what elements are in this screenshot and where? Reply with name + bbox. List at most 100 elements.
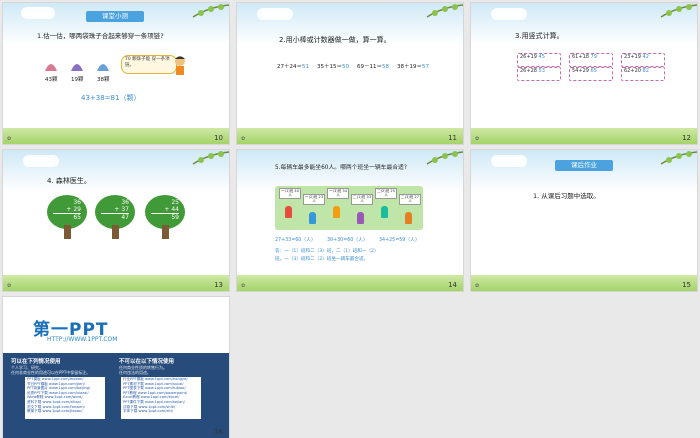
slide-thumbnail-16[interactable]: 第一PPT HTTP://WWW.1PPT.COM 可以在下列情况使用 个人学习… [3,297,229,438]
branch-decoration [426,4,463,18]
slide-number: 12 [682,134,691,142]
equation: 69－11＝58 [357,64,389,70]
tree-problem: 36 + 29 65 [47,195,87,239]
question-text: 4. 森林医生。 [47,177,91,185]
slide-number: 15 [682,281,691,289]
tree-calc: 36 + 29 65 [53,199,81,221]
speech-bubble: 70 颗珠子能 穿一条项链。 [121,55,177,74]
question-text: 5.每辆车最多能坐60人。哪两个班坐一辆车最合适? [275,165,407,171]
branch-decoration [426,151,463,165]
tree-calc: 25 + 44 59 [151,199,179,221]
can-use-title: 可以在下列情况使用 [11,359,61,365]
question-text: 1.估一估，哪两袋珠子合起来够穿一条项链? [37,32,164,40]
question-text: 3.用竖式计算。 [515,32,564,40]
cloud [257,8,293,20]
section-badge: 课堂小测 [86,11,144,22]
class-sign: 一(3)班 34人 [327,188,349,199]
grass-strip [3,128,229,144]
footer-mark: ✿ [475,283,480,289]
tree-calc: 36 + 37 47 [101,199,129,221]
vertical-calc-box: 54+29 65 [569,67,613,81]
class-signs: 一(1)班 40人 一(2)班 23人 一(3)班 34人 二(1)班 33人 二(2)… [275,188,423,228]
child-figure [333,206,340,218]
branch-decoration [192,151,229,165]
answer-line: 班，一（3）班和二（2）班坐一辆车最合适。 [275,257,369,262]
slide-thumbnail-11[interactable]: 2.用小棒或计数器做一做，算一算。 27＋24＝51 35＋15＝50 69－1… [237,3,463,144]
sum-equation: 34+25=59（人） [379,238,420,243]
tree-trunk [162,225,169,239]
grass-strip [3,275,229,291]
branch-decoration [192,4,229,18]
child-figure [357,212,364,224]
grass-strip [471,128,697,144]
vertical-calc-box: 62+20 82 [621,67,665,81]
cloud [21,7,55,19]
tree-trunk [64,225,71,239]
tree-trunk [112,225,119,239]
footer-mark: ✿ [241,136,246,142]
bead-bags-icon [45,64,109,71]
equation: 38＋19＝57 [397,64,429,70]
slide-number: 11 [448,134,457,142]
question-text: 2.用小棒或计数器做一做，算一算。 [279,36,391,44]
child-figure [309,212,316,224]
link-list-left: PPT模板 www.1ppt.com/moban/节日PPT模板 www.1pp… [25,377,105,419]
link-list-right: 行业PPT模板 www.1ppt.com/hangye/PPT素材下载 www.… [121,377,201,419]
slide-thumbnail-13[interactable]: 4. 森林医生。 36 + 29 65 36 + 37 47 25 + 44 59 ✿ 13 [3,150,229,291]
vertical-calc-grid: 26+19 45 61+18 79 23+19 42 26+28 53 54+29 65… [517,53,667,81]
class-sign: 一(1)班 40人 [279,188,301,199]
grass-strip [237,128,463,144]
tree-problem: 36 + 37 47 [95,195,135,239]
class-sign: 二(3)班 27人 [399,194,421,205]
vertical-calc-box: 23+19 42 [621,53,665,67]
scene-illustration: 一(1)班 40人 一(2)班 23人 一(3)班 34人 二(1)班 33人 二(2)… [275,186,423,230]
cannot-use-title: 不可以在以下情况使用 [119,359,175,365]
resource-link[interactable]: 教案下载 www.1ppt.com/jiaoan/ [25,409,105,414]
equation: 27＋24＝51 [277,64,309,70]
footer-mark: ✿ [475,136,480,142]
section-badge: 课后作业 [555,160,613,171]
vertical-calc-box: 61+18 79 [569,53,613,67]
child-figure [405,212,412,224]
grass-strip [471,275,697,291]
cloud [23,155,59,167]
footer-mark: ✿ [7,136,12,142]
slide-thumbnail-14[interactable]: 5.每辆车最多能坐60人。哪两个班坐一辆车最合适? 一(1)班 40人 一(2)班… [237,150,463,291]
question-text: 1. 从课后习题中选取。 [533,192,600,200]
slide-number: 16 [214,428,223,436]
sum-equation: 30+30=60（人） [327,238,368,243]
can-use-line: 任何非商业性的用途可以在PPT中保留标注。 [11,370,91,375]
child-icon [175,56,185,75]
slide-thumbnail-12[interactable]: 3.用竖式计算。 26+19 45 61+18 79 23+19 42 26+28 5… [471,3,697,144]
cannot-use-line: 任何违法的用途。 [119,370,151,375]
cloud [491,8,527,20]
child-figure [285,206,292,218]
branch-decoration [660,151,697,165]
footer-mark: ✿ [241,283,246,289]
vertical-calc-box: 26+19 45 [517,53,561,67]
bag-label: 38颗 [97,77,110,83]
resource-link[interactable]: 字体下载 www.1ppt.com/ziti/ [121,409,201,414]
bag-label: 19颗 [71,77,84,83]
class-sign: 二(1)班 33人 [351,194,373,205]
branch-decoration [660,4,697,18]
class-sign: 一(2)班 23人 [303,194,325,205]
answer-line: 答：一（1）班和二（3）班，二（1）班和一（2） [275,249,379,254]
cloud [491,155,527,167]
slide-number: 14 [448,281,457,289]
vertical-calc-box: 26+28 53 [517,67,561,81]
slide-number: 13 [214,281,223,289]
answer-text: 43+38=81（颗） [81,94,141,102]
equation: 35＋15＝50 [317,64,349,70]
class-sign: 二(2)班 25人 [375,188,397,199]
tree-problem: 25 + 44 59 [145,195,185,239]
grass-strip [237,275,463,291]
footer-mark: ✿ [7,283,12,289]
child-figure [381,206,388,218]
bag-label: 43颗 [45,77,58,83]
slide-number: 10 [214,134,223,142]
sum-equation: 27+33=60（人） [275,238,316,243]
slide-thumbnail-15[interactable]: 课后作业 1. 从课后习题中选取。 ✿ 15 [471,150,697,291]
slide-thumbnail-10[interactable]: 课堂小测 1.估一估，哪两袋珠子合起来够穿一条项链? 43颗 19颗 38颗 7… [3,3,229,144]
brand-url: HTTP://WWW.1PPT.COM [47,336,118,343]
